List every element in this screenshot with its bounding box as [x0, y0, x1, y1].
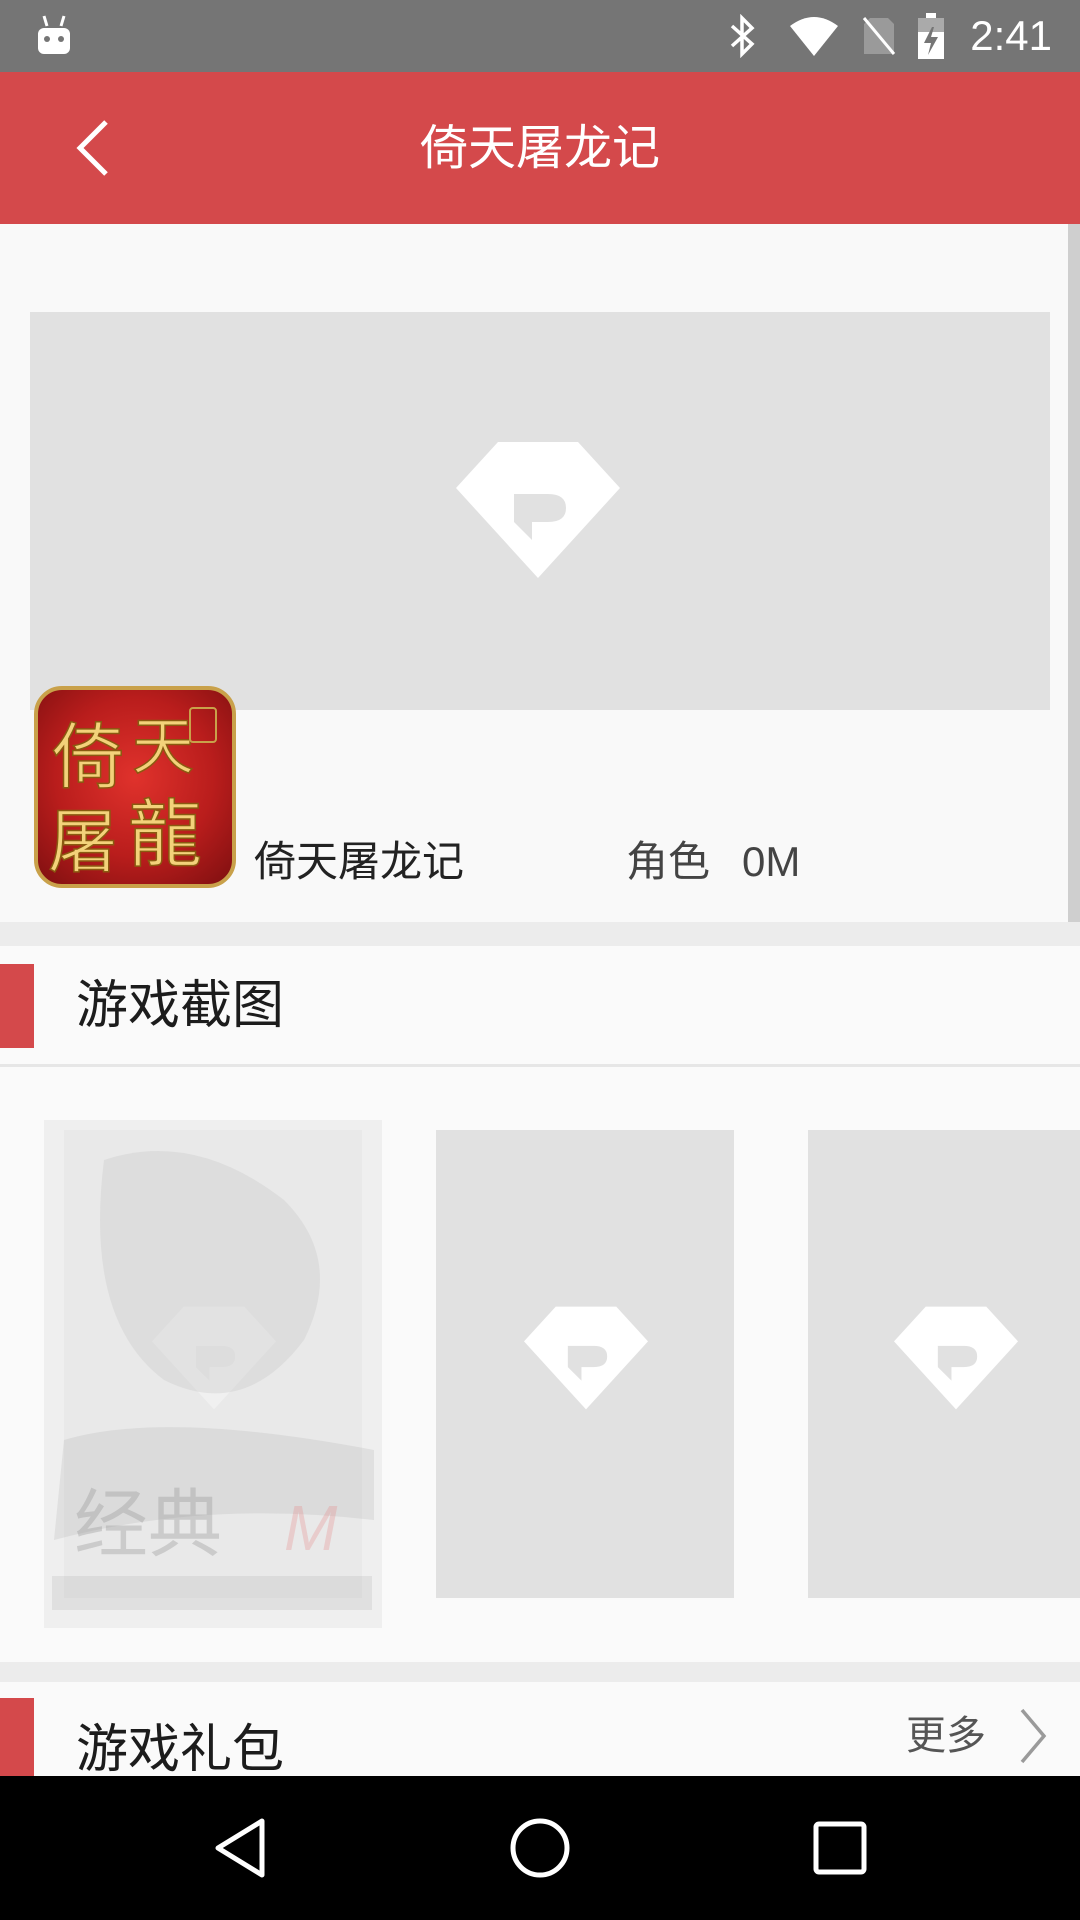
nav-home-button[interactable] — [490, 1798, 590, 1898]
svg-text:天: 天 — [132, 710, 194, 783]
section-title-gifts: 游戏礼包 — [76, 1720, 285, 1776]
status-time: 2:41 — [970, 12, 1052, 59]
banner-image-placeholder — [30, 312, 1050, 710]
more-gifts-link[interactable]: 更多 — [906, 1694, 986, 1776]
bluetooth-icon — [728, 14, 758, 58]
svg-text:龍: 龍 — [128, 792, 202, 878]
screenshot-thumbnail[interactable] — [436, 1130, 734, 1598]
circle-home-icon — [510, 1818, 570, 1878]
game-category: 角色 — [626, 837, 711, 886]
svg-text:M: M — [284, 1492, 338, 1564]
battery-charging-icon — [918, 13, 945, 59]
section-divider — [0, 922, 1080, 946]
section-underline — [0, 1064, 1080, 1067]
square-recents-icon — [813, 1821, 867, 1875]
game-name: 倚天屠龙记 — [254, 837, 465, 886]
gifts-section: 游戏礼包 更多 — [0, 1682, 1080, 1776]
svg-text:倚: 倚 — [52, 715, 124, 799]
svg-text:屠: 屠 — [48, 801, 118, 883]
back-button[interactable] — [56, 110, 132, 186]
back-arrow-icon — [76, 120, 108, 176]
screenshot-thumbnail[interactable] — [808, 1130, 1080, 1598]
game-size: 0M — [742, 838, 801, 885]
android-icon — [34, 12, 74, 56]
screenshot-loading-overlay: 经典 M — [44, 1120, 382, 1628]
triangle-back-icon — [215, 1818, 265, 1878]
section-accent-bar — [0, 1698, 34, 1776]
section-divider — [0, 1662, 1080, 1682]
chevron-right-icon[interactable] — [1016, 1706, 1050, 1766]
system-navigation-bar — [0, 1776, 1080, 1920]
image-placeholder-icon — [894, 1306, 1018, 1410]
toolbar: 倚天屠龙记 — [0, 72, 1080, 224]
nav-recents-button[interactable] — [790, 1798, 890, 1898]
image-placeholder-icon — [456, 442, 620, 578]
page-title: 倚天屠龙记 — [419, 120, 660, 176]
section-accent-bar — [0, 964, 34, 1048]
section-title-screenshots: 游戏截图 — [76, 976, 285, 1036]
game-icon: 倚 天 屠 龍 — [34, 686, 236, 888]
nav-back-button[interactable] — [190, 1798, 290, 1898]
no-sim-icon — [862, 16, 896, 56]
status-bar: 2:41 — [0, 0, 1080, 72]
watermark-text: 经典 — [74, 1482, 222, 1568]
wifi-icon — [788, 16, 840, 56]
image-placeholder-icon — [524, 1306, 648, 1410]
